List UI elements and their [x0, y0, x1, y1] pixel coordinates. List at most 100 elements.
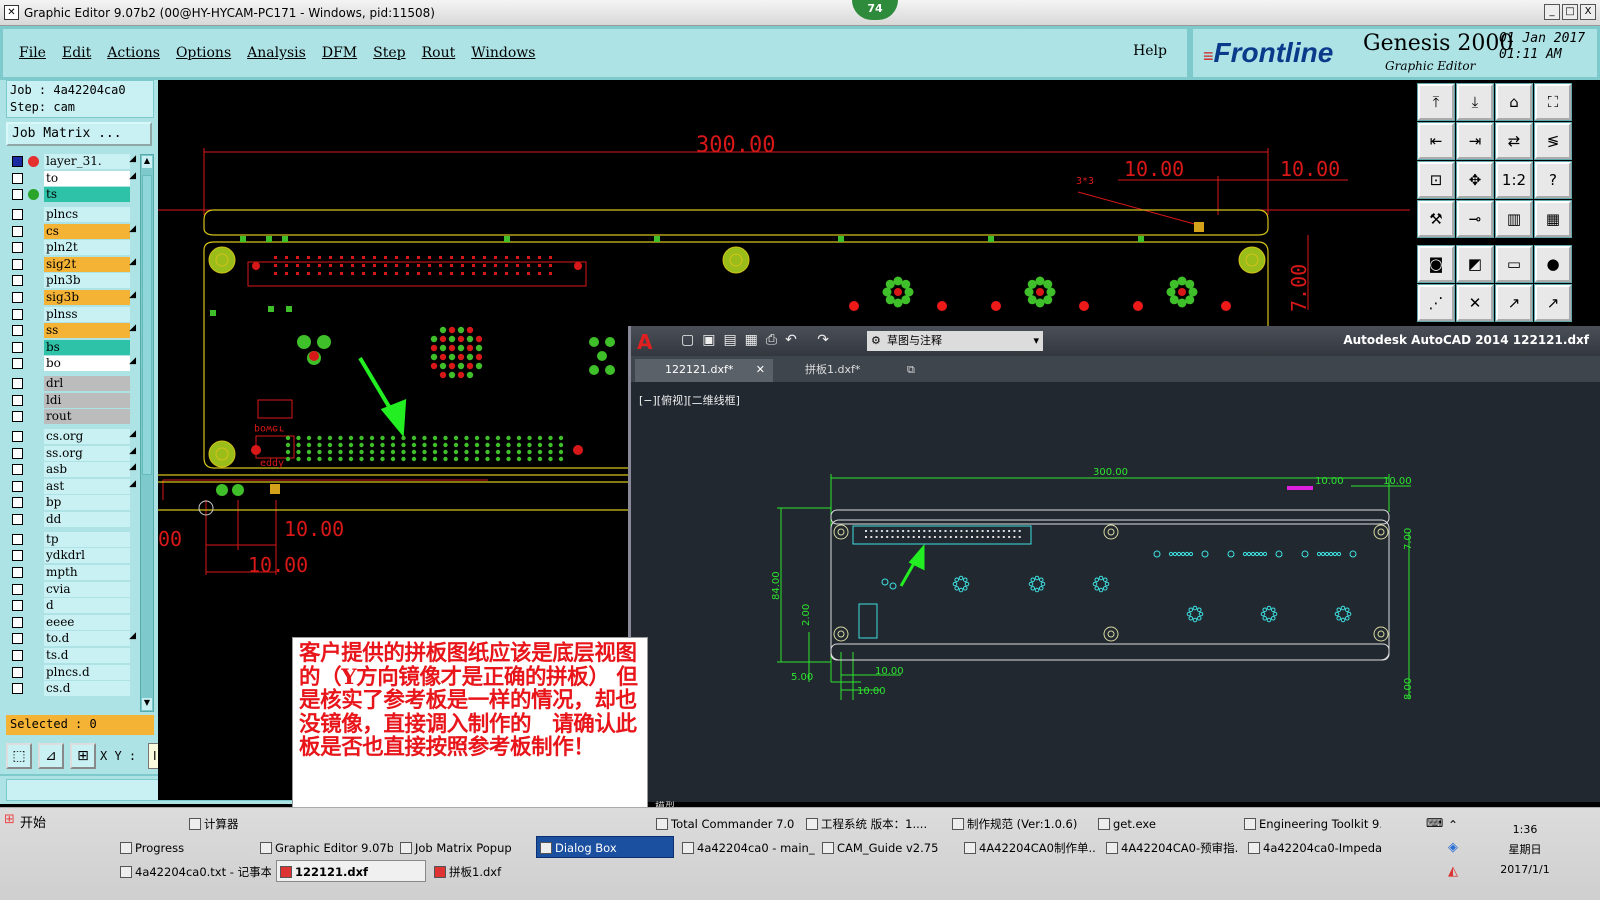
layer-checkbox[interactable] [12, 258, 23, 270]
layer-checkbox[interactable] [12, 341, 23, 353]
layer-name[interactable]: dd [44, 512, 130, 528]
layer-checkbox[interactable] [12, 394, 23, 406]
scale-bar-icon[interactable]: ▭ [1496, 246, 1532, 282]
new-tab-icon[interactable]: ⧉ [901, 359, 927, 382]
layer-name[interactable]: bp [44, 495, 130, 511]
layers-red-icon[interactable]: ▥ [1496, 201, 1532, 237]
help-icon[interactable]: ? [1535, 162, 1571, 198]
keyboard-icon[interactable]: ⌨ [1426, 816, 1443, 830]
layer-row[interactable]: ss.org ◢ [6, 445, 138, 462]
layer-name[interactable]: to.d [44, 631, 130, 647]
line-red-icon[interactable]: ↗ [1496, 285, 1532, 321]
task-yushen[interactable]: 4A42204CA0-预审指... [1102, 836, 1240, 858]
layer-name[interactable]: rout [44, 409, 130, 425]
layer-row[interactable]: eeee [6, 614, 138, 631]
home-icon[interactable]: ⌂ [1496, 84, 1532, 120]
scale-icon[interactable]: 1:2 [1496, 162, 1532, 198]
measure-red-icon[interactable]: ◩ [1457, 246, 1493, 282]
layer-row[interactable]: drl [6, 376, 138, 392]
clock[interactable]: 1:36 星期日 2017/1/1 [1490, 820, 1560, 880]
layer-scrollbar[interactable]: ▲ ▼ [140, 154, 154, 712]
layer-checkbox[interactable] [12, 480, 23, 492]
network-icon[interactable]: ◈ [1448, 840, 1458, 855]
layer-name[interactable]: cvia [44, 581, 130, 597]
layer-checkbox[interactable] [12, 683, 23, 695]
scroll-up-icon[interactable]: ▲ [142, 156, 152, 168]
zoom-area-icon[interactable]: ⬚ [6, 743, 32, 769]
flip-icon[interactable]: ⇄ [1496, 123, 1532, 159]
task-calculator[interactable]: 计算器 [185, 812, 325, 834]
layer-name[interactable]: tp [44, 531, 130, 547]
layer-row[interactable]: bo ◢ [6, 356, 138, 372]
layer-row[interactable]: ts [6, 187, 138, 203]
layer-checkbox[interactable] [12, 172, 23, 184]
quick-access-toolbar[interactable]: ▢▣▤▦⎙↶ ↷ [681, 332, 837, 348]
layer-arrow-icon[interactable]: ◢ [129, 429, 136, 439]
antivirus-icon[interactable]: ◭ [1448, 864, 1458, 879]
layer-name[interactable]: plncs [44, 206, 130, 222]
chevron-up-icon[interactable]: ⌃ [1448, 818, 1458, 832]
task-dxf-pinban[interactable]: 拼板1.dxf [430, 860, 580, 882]
layer-checkbox[interactable] [12, 497, 23, 509]
task-impedance[interactable]: 4a42204ca0-Impeda... [1244, 836, 1382, 858]
layer-checkbox[interactable] [12, 616, 23, 628]
layer-arrow-icon[interactable]: ◢ [129, 224, 136, 234]
layer-row[interactable]: sig3b ◢ [6, 289, 138, 306]
task-engineering-system[interactable]: 工程系统 版本：1.... [802, 812, 944, 834]
menu-file[interactable]: File [19, 45, 46, 61]
layer-checkbox[interactable] [12, 208, 23, 220]
layer-name[interactable]: ts [44, 187, 130, 203]
layer-name[interactable]: to [44, 170, 130, 186]
layer-row[interactable]: bp [6, 495, 138, 511]
job-matrix-button[interactable]: Job Matrix ... [6, 122, 152, 146]
snake-icon[interactable]: ≶ [1535, 123, 1571, 159]
menu-rout[interactable]: Rout [422, 45, 456, 61]
layer-arrow-icon[interactable]: ◢ [129, 446, 136, 456]
layer-checkbox[interactable] [12, 514, 23, 526]
layer-row[interactable]: to.d ◢ [6, 631, 138, 647]
layer-checkbox[interactable] [12, 431, 23, 443]
layer-name[interactable]: plnss [44, 306, 130, 322]
layer-checkbox[interactable] [12, 378, 23, 390]
tab-122121[interactable]: 122121.dxf* ✕ [635, 359, 773, 382]
page-down-icon[interactable]: ⤓ [1457, 84, 1493, 120]
layer-name[interactable]: ydkdrl [44, 548, 130, 564]
layer-row[interactable]: asb ◢ [6, 462, 138, 478]
layer-name[interactable]: bs [44, 339, 130, 355]
task-total-commander[interactable]: Total Commander 7.0 ... [652, 812, 798, 834]
connect-icon[interactable]: ⋰ [1418, 285, 1454, 321]
task-progress[interactable]: Progress [116, 836, 254, 858]
layer-row[interactable]: cs.d [6, 681, 138, 697]
autocad-logo[interactable]: A [637, 330, 657, 354]
layer-checkbox[interactable] [12, 583, 23, 595]
layer-checkbox[interactable] [12, 533, 23, 545]
layer-row[interactable]: plncs [6, 206, 138, 223]
layer-checkbox[interactable] [12, 242, 23, 254]
layer-row[interactable]: bs [6, 339, 138, 356]
layer-name[interactable]: mpth [44, 565, 130, 581]
layer-name[interactable]: pln3b [44, 273, 130, 289]
layer-row[interactable]: ts.d [6, 648, 138, 664]
layer-arrow-icon[interactable]: ◢ [129, 462, 136, 472]
layer-arrow-icon[interactable]: ◢ [129, 257, 136, 267]
layer-name[interactable]: pln2t [44, 240, 130, 256]
layer-checkbox[interactable] [12, 225, 23, 237]
layer-row[interactable]: cs.org ◢ [6, 429, 138, 445]
layer-row[interactable]: to ◢ [6, 170, 138, 187]
layer-row[interactable]: ldi [6, 392, 138, 409]
layer-checkbox[interactable] [12, 650, 23, 662]
key-icon[interactable]: ⊸ [1457, 201, 1493, 237]
layer-name[interactable]: asb [44, 462, 130, 478]
layer-row[interactable]: ss ◢ [6, 323, 138, 339]
layers-blue-icon[interactable]: ▦ [1535, 201, 1571, 237]
layer-row[interactable]: mpth [6, 565, 138, 581]
close-icon[interactable]: ✕ [756, 359, 765, 381]
layer-row[interactable]: pln3b [6, 273, 138, 289]
task-spec[interactable]: 制作规范 (Ver:1.0.6) [948, 812, 1090, 834]
layer-name[interactable]: ss [44, 323, 130, 339]
layer-row[interactable]: sig2t ◢ [6, 256, 138, 273]
menu-actions[interactable]: Actions [107, 45, 160, 61]
layer-checkbox[interactable] [12, 666, 23, 678]
layer-checkbox[interactable] [12, 411, 23, 423]
layer-name[interactable]: ast [44, 478, 130, 494]
